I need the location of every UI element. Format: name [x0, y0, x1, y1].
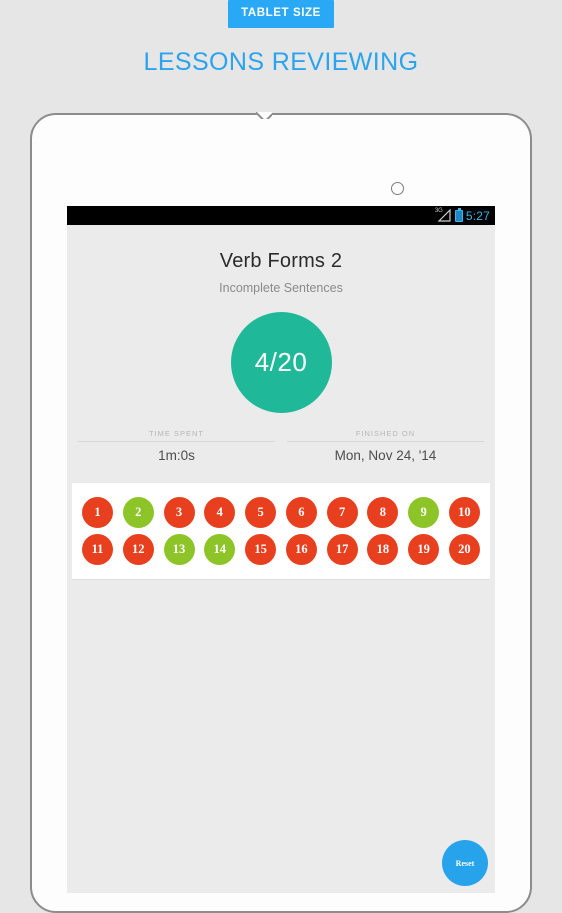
question-dot[interactable]: 16: [285, 534, 317, 565]
lesson-subtitle: Incomplete Sentences: [219, 281, 343, 295]
app-content: Verb Forms 2 Incomplete Sentences 4/20 T…: [67, 225, 495, 893]
question-row: 11 12 13 14 15 16 17 18 19 20: [79, 531, 483, 568]
question-dot[interactable]: 18: [367, 534, 399, 565]
question-dot[interactable]: 7: [326, 497, 358, 528]
stat-divider: [287, 441, 484, 442]
question-dot[interactable]: 6: [285, 497, 317, 528]
reset-button[interactable]: Reset: [442, 840, 488, 886]
question-dot[interactable]: 15: [245, 534, 277, 565]
question-dot[interactable]: 4: [204, 497, 236, 528]
status-bar: 3G 5:27: [67, 206, 495, 225]
score-wrap: 4/20: [67, 312, 495, 413]
question-dot[interactable]: 10: [448, 497, 480, 528]
lesson-title: Verb Forms 2: [219, 250, 343, 272]
badge-row: TABLET SIZE: [0, 0, 562, 28]
tablet-device-frame: 3G 5:27 Verb Forms 2 Incomplete Sentence…: [30, 113, 532, 913]
stats-row: TIME SPENT 1m:0s FINISHED ON Mon, Nov 24…: [67, 429, 495, 463]
signal-triangle-icon: 3G: [434, 208, 452, 222]
question-row: 1 2 3 4 5 6 7 8 9 10: [79, 494, 483, 531]
status-time: 5:27: [465, 208, 490, 223]
question-dot[interactable]: 20: [448, 534, 480, 565]
question-dot[interactable]: 14: [204, 534, 236, 565]
stat-label: FINISHED ON: [355, 429, 416, 438]
network-label: 3G: [434, 208, 443, 214]
stat-value: 1m:0s: [158, 448, 195, 463]
question-grid-card: 1 2 3 4 5 6 7 8 9 10 11 12 13 14 15 16 1…: [72, 483, 490, 580]
question-dot[interactable]: 11: [82, 534, 113, 565]
score-circle: 4/20: [230, 312, 332, 413]
stat-value: Mon, Nov 24, '14: [334, 448, 437, 463]
question-dot[interactable]: 9: [408, 497, 440, 528]
stat-finished-on: FINISHED ON Mon, Nov 24, '14: [281, 429, 490, 463]
device-screen: 3G 5:27 Verb Forms 2 Incomplete Sentence…: [67, 206, 495, 893]
question-dot[interactable]: 3: [163, 497, 195, 528]
speaker-notch-icon: [256, 112, 272, 119]
battery-icon: [454, 207, 463, 222]
question-dot[interactable]: 1: [82, 497, 113, 528]
stat-time-spent: TIME SPENT 1m:0s: [72, 429, 281, 463]
stat-label: TIME SPENT: [148, 429, 204, 438]
question-dot[interactable]: 19: [408, 534, 440, 565]
question-dot[interactable]: 8: [367, 497, 399, 528]
tablet-size-badge: TABLET SIZE: [228, 0, 334, 28]
question-dot[interactable]: 12: [122, 534, 154, 565]
question-dot[interactable]: 5: [245, 497, 277, 528]
page-title: LESSONS REVIEWING: [143, 48, 419, 76]
stat-divider: [78, 441, 275, 442]
question-dot[interactable]: 13: [163, 534, 195, 565]
question-dot[interactable]: 2: [122, 497, 154, 528]
question-dot[interactable]: 17: [326, 534, 358, 565]
camera-circle-icon: [391, 182, 404, 195]
